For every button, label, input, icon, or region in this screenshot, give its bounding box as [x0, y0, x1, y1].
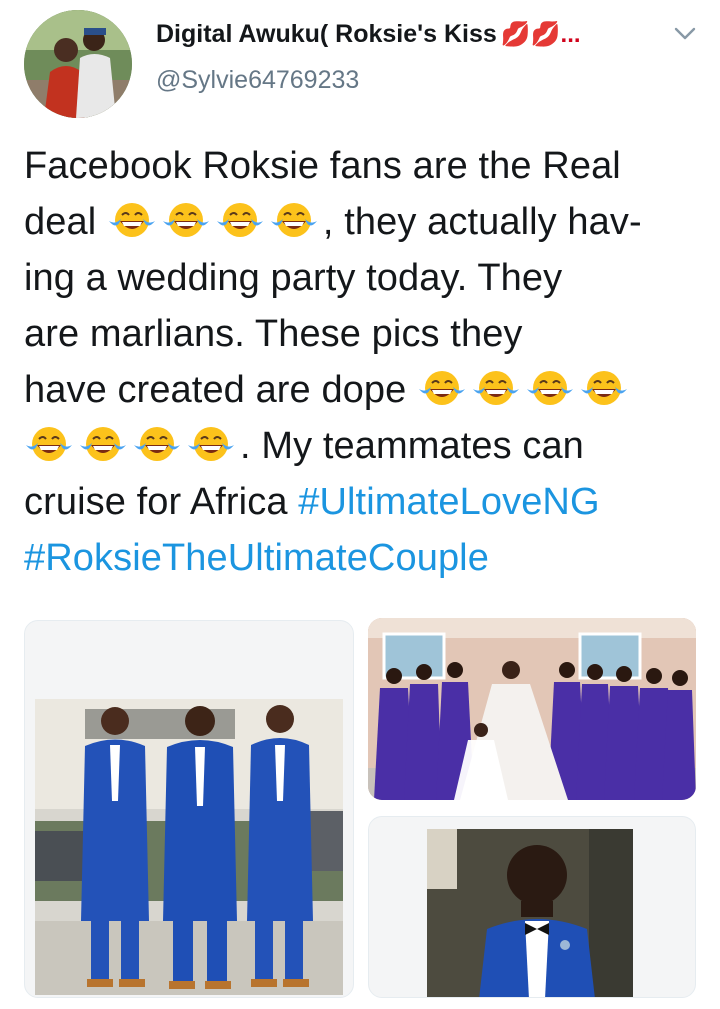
tweet-text-segment: ing a wedding party today. They	[24, 257, 563, 299]
face-with-tears-of-joy-emoji	[108, 203, 155, 237]
tweet-text-segment: Facebook Roksie fans are the Real	[24, 145, 621, 187]
hashtag-link[interactable]: #RoksieTheUltimateCouple	[24, 537, 489, 579]
tweet-text-segment: cruise for Africa	[24, 481, 299, 523]
author-name-text: Digital Awuku( Roksie's Kiss	[156, 20, 497, 48]
face-with-tears-of-joy-emoji	[473, 371, 520, 405]
face-with-tears-of-joy-emoji	[80, 427, 126, 461]
tweet-text-segment: . My teammates can	[240, 425, 584, 467]
boy-in-suit-photo[interactable]	[368, 816, 696, 998]
tweet-line: are marlians. These pics they	[24, 306, 704, 362]
groomsmen-photo[interactable]	[24, 620, 354, 998]
tweet-text: Facebook Roksie fans are the Real deal , …	[24, 138, 704, 586]
tweet-line: deal , they actually hav-	[24, 194, 704, 250]
tweet-text-segment: are marlians. These pics they	[24, 313, 523, 355]
tweet-line: Facebook Roksie fans are the Real	[24, 138, 704, 194]
tweet-text-segment: have created are dope	[24, 369, 418, 411]
face-with-tears-of-joy-emoji	[419, 371, 466, 405]
tweet-line: cruise for Africa #UltimateLoveNG	[24, 474, 704, 530]
kiss-emoji: 💋💋...	[500, 21, 581, 48]
face-with-tears-of-joy-emoji	[270, 203, 317, 237]
hashtag-link[interactable]: #UltimateLoveNG	[298, 481, 599, 523]
author-name[interactable]: Digital Awuku( Roksie's Kiss 💋💋...	[156, 20, 581, 49]
tweet-text-segment: deal	[24, 201, 107, 243]
face-with-tears-of-joy-emoji	[188, 427, 234, 461]
face-with-tears-of-joy-emoji	[581, 371, 628, 405]
author-handle[interactable]: @Sylvie64769233	[156, 66, 359, 95]
face-with-tears-of-joy-emoji	[216, 203, 263, 237]
tweet-line: . My teammates can	[24, 418, 704, 474]
face-with-tears-of-joy-emoji	[134, 427, 180, 461]
face-with-tears-of-joy-emoji	[527, 371, 574, 405]
tweet-line: ing a wedding party today. They	[24, 250, 704, 306]
chevron-down-icon[interactable]	[672, 24, 698, 44]
tweet-line: #RoksieTheUltimateCouple	[24, 530, 704, 586]
author-avatar[interactable]	[24, 10, 132, 118]
face-with-tears-of-joy-emoji	[26, 427, 72, 461]
tweet-text-segment: , they actually hav-	[322, 201, 642, 243]
tweet-line: have created are dope	[24, 362, 704, 418]
face-with-tears-of-joy-emoji	[162, 203, 209, 237]
bridal-party-photo[interactable]	[368, 618, 696, 800]
